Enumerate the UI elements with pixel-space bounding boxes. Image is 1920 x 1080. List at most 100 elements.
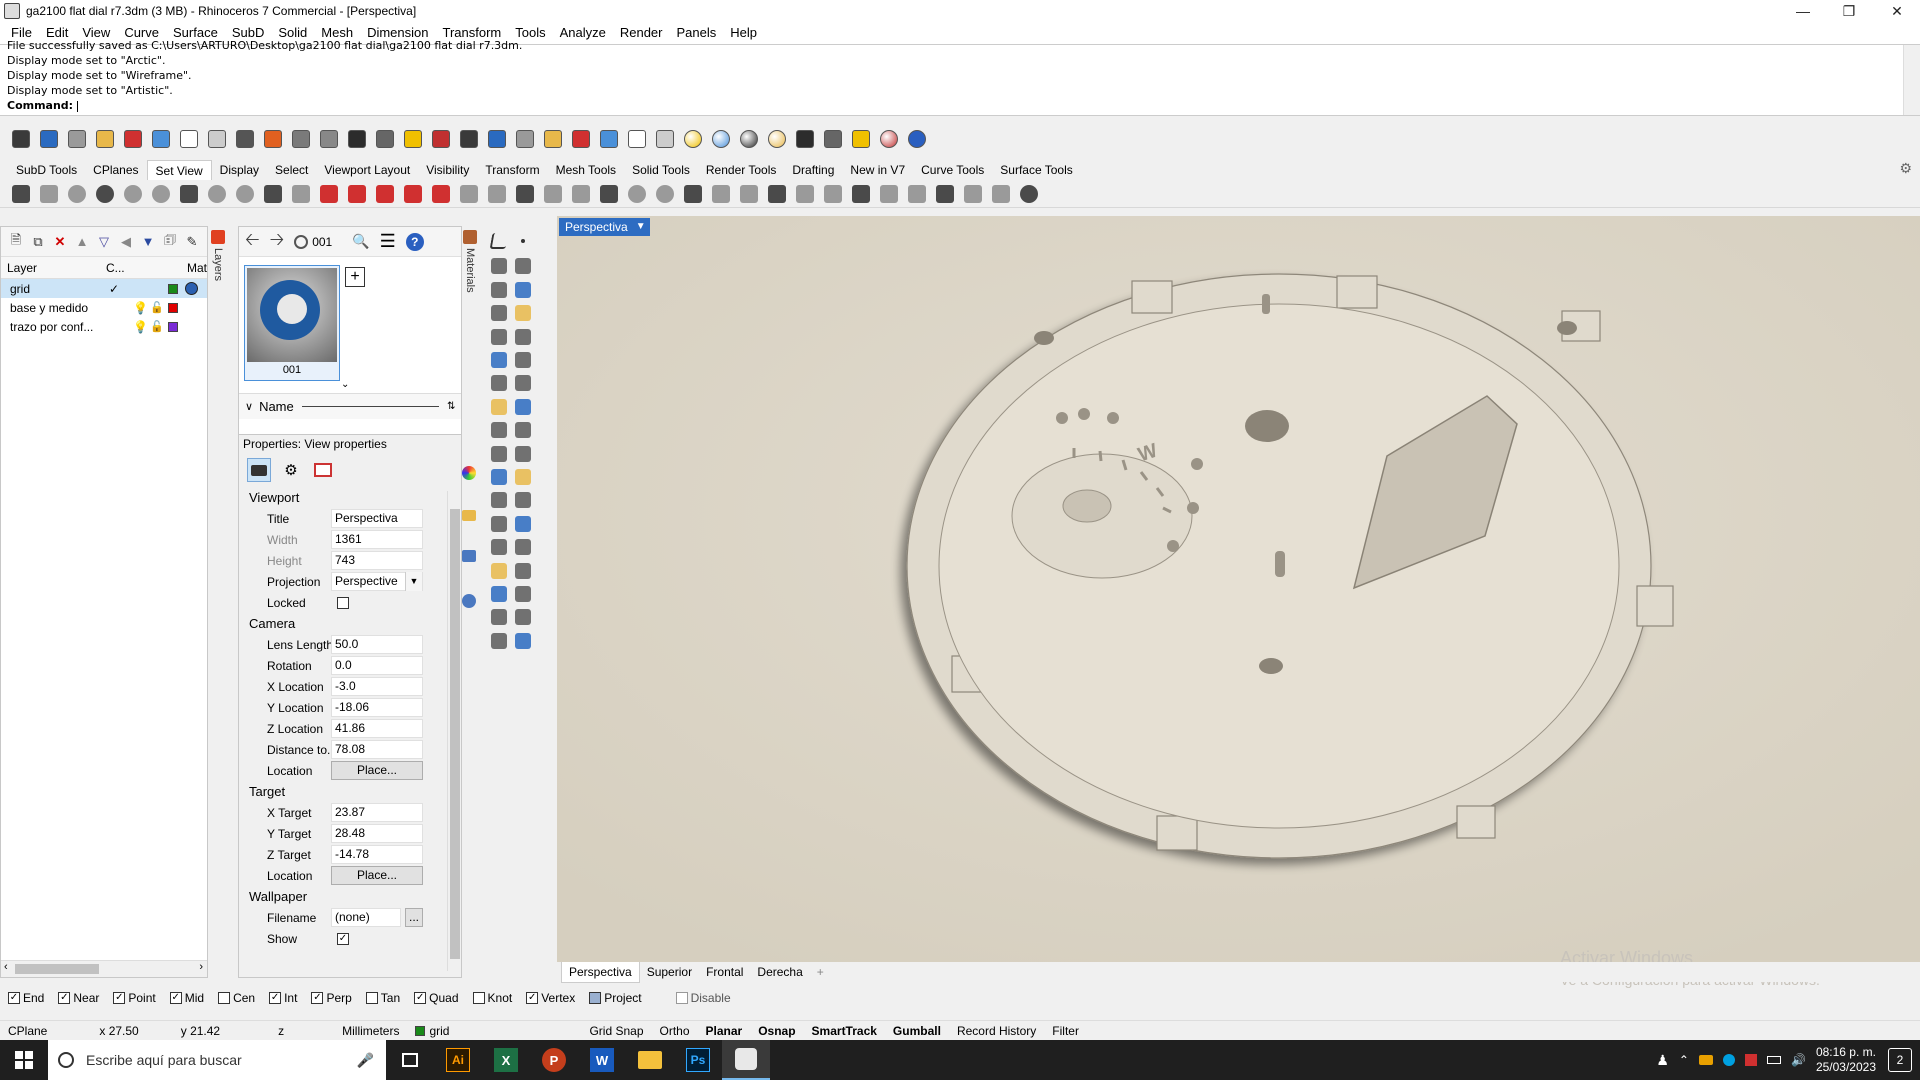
osnap-disable[interactable]: Disable	[675, 991, 731, 1005]
object-properties-icon[interactable]: ⚙	[279, 458, 303, 482]
pan-view-icon[interactable]	[8, 181, 34, 207]
shaded-sphere-icon[interactable]	[708, 126, 734, 152]
rotate-icon[interactable]	[288, 126, 314, 152]
show-checkbox[interactable]: ✓	[337, 932, 349, 945]
surface-icon[interactable]	[488, 349, 510, 371]
viewport-grid-icon[interactable]	[456, 126, 482, 152]
layer-tools-icon[interactable]: 🗊	[161, 232, 179, 251]
add-viewport-tab-icon[interactable]: +	[810, 962, 831, 982]
tab-solid-tools[interactable]: Solid Tools	[624, 160, 698, 180]
boolean-icon[interactable]	[488, 466, 510, 488]
toggle-filter[interactable]: Filter	[1044, 1024, 1087, 1038]
point-icon[interactable]	[512, 230, 534, 252]
plane-down-icon[interactable]	[792, 181, 818, 207]
filter-icon[interactable]: ▼	[139, 233, 157, 251]
osnap-quad[interactable]: ✓ Quad	[414, 991, 459, 1005]
rhino-taskbar-icon[interactable]	[722, 1040, 770, 1080]
layer-row-grid[interactable]: grid ✓	[1, 279, 207, 298]
array-icon[interactable]	[488, 583, 510, 605]
crosshair-icon[interactable]	[652, 181, 678, 207]
named-view-thumbnail[interactable]: 001	[244, 265, 340, 381]
split-icon[interactable]	[512, 443, 534, 465]
excel-icon[interactable]: X	[482, 1040, 530, 1080]
tray-cloud-icon[interactable]	[1722, 1054, 1735, 1066]
osnap-near[interactable]: ✓ Near	[58, 991, 99, 1005]
check-icon[interactable]	[512, 606, 534, 628]
car-side-icon[interactable]	[372, 181, 398, 207]
plane-up-icon[interactable]	[764, 181, 790, 207]
rendered-sphere-icon[interactable]	[736, 126, 762, 152]
loft-icon[interactable]	[512, 349, 534, 371]
add-view-button[interactable]: +	[345, 267, 365, 287]
lock-icon[interactable]: 🔓	[150, 301, 164, 314]
tab-frontal[interactable]: Frontal	[699, 962, 750, 982]
text-icon[interactable]	[488, 513, 510, 535]
locked-checkbox[interactable]	[337, 596, 349, 609]
volume-icon[interactable]: 🔊	[1791, 1053, 1806, 1067]
osnap-checkbox[interactable]	[365, 992, 378, 1004]
trim-icon[interactable]	[488, 443, 510, 465]
z-location-field[interactable]: 41.86	[331, 719, 423, 738]
focus-icon[interactable]	[1016, 181, 1042, 207]
layer-color-swatch[interactable]	[168, 321, 178, 332]
sun-icon[interactable]	[988, 181, 1014, 207]
osnap-project[interactable]: Project	[589, 991, 642, 1005]
forward-arrow-icon[interactable]: 🡢	[270, 227, 285, 257]
orbit-icon[interactable]	[932, 181, 958, 207]
car-front-icon[interactable]	[344, 181, 370, 207]
fillet-icon[interactable]	[488, 419, 510, 441]
toggle-smarttrack[interactable]: SmartTrack	[804, 1024, 885, 1038]
person-icon[interactable]	[960, 181, 986, 207]
car-light-icon[interactable]	[512, 126, 538, 152]
blue-sphere-icon[interactable]	[764, 126, 790, 152]
osnap-mid[interactable]: ✓ Mid	[169, 991, 204, 1005]
osnap-checkbox[interactable]: ✓	[113, 992, 126, 1004]
zoom-extents-icon[interactable]	[92, 181, 118, 207]
car-icon[interactable]	[484, 126, 510, 152]
offset-icon[interactable]	[512, 419, 534, 441]
cplane-label[interactable]: CPlane	[0, 1024, 55, 1038]
sphere-icon[interactable]	[512, 372, 534, 394]
osnap-checkbox[interactable]: ✓	[414, 992, 427, 1004]
x-location-field[interactable]: -3.0	[331, 677, 423, 696]
viewport-frame-icon[interactable]	[311, 458, 335, 482]
tab-display[interactable]: Display	[212, 160, 267, 180]
fly-icon[interactable]	[820, 181, 846, 207]
align-icon[interactable]	[512, 583, 534, 605]
tab-transform[interactable]: Transform	[477, 160, 547, 180]
projection-dropdown[interactable]: Perspective ▼	[331, 572, 423, 591]
menu-panels[interactable]: Panels	[669, 22, 723, 44]
new-file-icon[interactable]	[8, 126, 34, 152]
osnap-checkbox[interactable]	[472, 992, 485, 1004]
render-icon[interactable]	[792, 126, 818, 152]
select-icon[interactable]	[488, 230, 510, 252]
osnap-checkbox[interactable]	[589, 992, 602, 1004]
z-target-field[interactable]: -14.78	[331, 845, 423, 864]
menu-icon[interactable]: ☰	[380, 231, 396, 252]
new-layer-icon[interactable]: 🗎	[7, 232, 25, 251]
viewport-title-tab[interactable]: Perspectiva ▼	[559, 218, 650, 236]
layer-row-base[interactable]: base y medido 💡 🔓	[1, 298, 207, 317]
osnap-tan[interactable]: Tan	[365, 991, 400, 1005]
grid-tools-icon[interactable]	[848, 126, 874, 152]
tab-new-in-v7[interactable]: New in V7	[842, 160, 913, 180]
delete-layer-icon[interactable]: ✕	[51, 233, 69, 251]
x-target-field[interactable]: 23.87	[331, 803, 423, 822]
folder-icon[interactable]	[462, 510, 476, 521]
plan-view-icon[interactable]	[260, 181, 286, 207]
osnap-checkbox[interactable]: ✓	[8, 992, 20, 1004]
layer-color-swatch[interactable]	[168, 283, 178, 294]
dimension-icon[interactable]	[512, 513, 534, 535]
toggle-gumball[interactable]: Gumball	[885, 1024, 949, 1038]
tab-cplanes[interactable]: CPlanes	[85, 160, 146, 180]
zoom-window-icon[interactable]	[344, 126, 370, 152]
copy-icon[interactable]	[176, 126, 202, 152]
menu-help[interactable]: Help	[723, 22, 764, 44]
history-icon[interactable]	[488, 606, 510, 628]
osnap-int[interactable]: ✓ Int	[269, 991, 297, 1005]
back-arrow-icon[interactable]: 🡠	[245, 227, 260, 257]
cplane-icon[interactable]	[708, 181, 734, 207]
tab-subd-tools[interactable]: SubD Tools	[8, 160, 85, 180]
cylinder-view-icon[interactable]	[288, 181, 314, 207]
paint-icon[interactable]	[512, 630, 534, 652]
